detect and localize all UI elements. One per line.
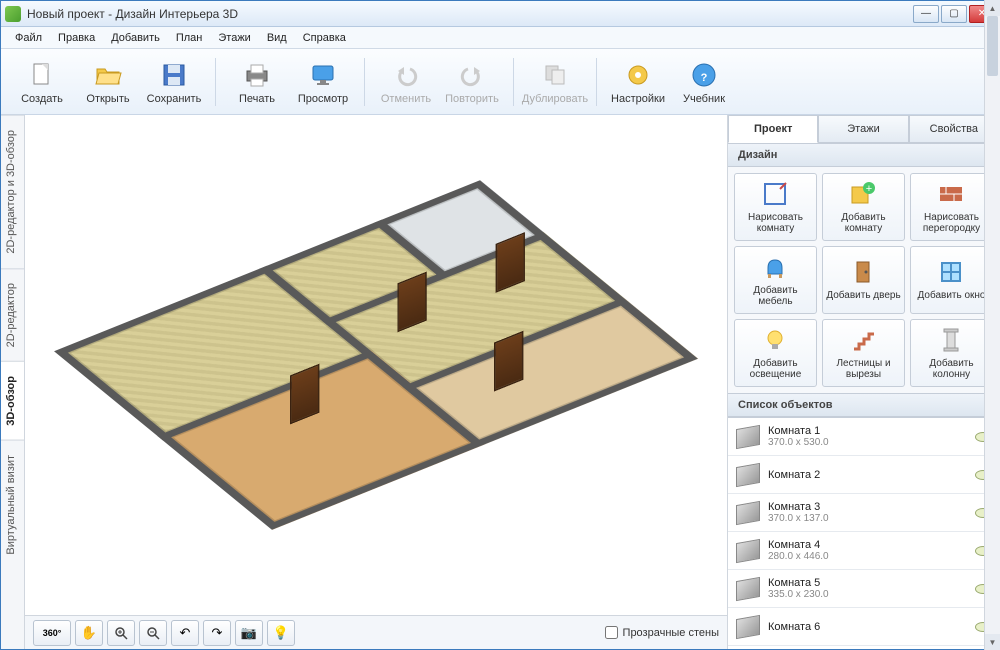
folder-open-icon bbox=[92, 59, 124, 91]
floorplan-3d bbox=[54, 180, 698, 530]
file-new-icon bbox=[26, 59, 58, 91]
object-item[interactable]: Комната 4280.0 x 446.0 bbox=[728, 532, 999, 570]
main-toolbar: СоздатьОткрытьСохранить ПечатьПросмотр Отм… bbox=[1, 49, 999, 115]
undo-button: Отменить bbox=[375, 54, 437, 110]
rotate-cw-button[interactable]: ↷ bbox=[203, 620, 231, 646]
room-icon bbox=[736, 538, 760, 562]
add-light-button[interactable]: Добавить освещение bbox=[734, 319, 817, 387]
help-icon: ? bbox=[688, 59, 720, 91]
zoom-out-button[interactable] bbox=[139, 620, 167, 646]
printer-icon bbox=[241, 59, 273, 91]
svg-text:?: ? bbox=[701, 72, 708, 84]
menu-add[interactable]: Добавить bbox=[103, 29, 168, 47]
gear-icon bbox=[622, 59, 654, 91]
objects-section-header: Список объектов bbox=[728, 393, 999, 417]
left-tab-3d[interactable]: 3D-обзор bbox=[1, 361, 24, 440]
bulb-icon bbox=[762, 327, 790, 355]
svg-text:+: + bbox=[865, 183, 871, 195]
save-button[interactable]: Сохранить bbox=[143, 54, 205, 110]
transparent-walls-input[interactable] bbox=[605, 626, 618, 639]
room-icon bbox=[736, 462, 760, 486]
left-tab-virtual[interactable]: Виртуальный визит bbox=[1, 440, 24, 569]
add-room-button[interactable]: +Добавить комнату bbox=[822, 173, 905, 241]
menu-help[interactable]: Справка bbox=[295, 29, 354, 47]
view-toolbar: 360° ✋ ↶ ↷ 📷 💡 Прозрачные стены bbox=[25, 615, 727, 649]
chair-icon bbox=[762, 254, 790, 282]
stairs-button[interactable]: Лестницы и вырезы bbox=[822, 319, 905, 387]
menu-view[interactable]: Вид bbox=[259, 29, 295, 47]
object-item[interactable]: Комната 2 bbox=[728, 456, 999, 494]
canvas-area: 360° ✋ ↶ ↷ 📷 💡 Прозрачные стены bbox=[25, 115, 727, 649]
app-window: Новый проект - Дизайн Интерьера 3D — ▢ ✕… bbox=[0, 0, 1000, 650]
tutorial-button[interactable]: ?Учебник bbox=[673, 54, 735, 110]
right-tab-floors[interactable]: Этажи bbox=[818, 115, 908, 143]
room-icon bbox=[736, 424, 760, 448]
app-icon bbox=[5, 6, 21, 22]
maximize-button[interactable]: ▢ bbox=[941, 5, 967, 23]
camera-button[interactable]: 📷 bbox=[235, 620, 263, 646]
minimize-button[interactable]: — bbox=[913, 5, 939, 23]
room-icon bbox=[736, 576, 760, 600]
object-list[interactable]: Комната 1370.0 x 530.0Комната 2Комната 3… bbox=[728, 417, 999, 649]
add-column-button[interactable]: Добавить колонну bbox=[910, 319, 993, 387]
open-button[interactable]: Открыть bbox=[77, 54, 139, 110]
left-tab-strip: 2D-редактор и 3D-обзор2D-редактор3D-обзо… bbox=[1, 115, 25, 649]
window-icon bbox=[938, 259, 966, 287]
left-tab-2d[interactable]: 2D-редактор bbox=[1, 268, 24, 361]
right-panel: ПроектЭтажиСвойства Дизайн Нарисовать ко… bbox=[727, 115, 999, 649]
object-item[interactable]: Комната 6 bbox=[728, 608, 999, 646]
zoom-in-button[interactable] bbox=[107, 620, 135, 646]
object-list-scrollbar[interactable]: ▲ ▼ bbox=[984, 417, 999, 649]
object-item[interactable]: Комната 3370.0 x 137.0 bbox=[728, 494, 999, 532]
monitor-icon bbox=[307, 59, 339, 91]
left-tab-2d3d[interactable]: 2D-редактор и 3D-обзор bbox=[1, 115, 24, 268]
draw-wall-button[interactable]: Нарисовать перегородку bbox=[910, 173, 993, 241]
window-title: Новый проект - Дизайн Интерьера 3D bbox=[27, 7, 913, 21]
undo-icon bbox=[390, 59, 422, 91]
object-item[interactable]: Комната 5335.0 x 230.0 bbox=[728, 570, 999, 608]
draw-room-icon bbox=[762, 181, 790, 209]
print-button[interactable]: Печать bbox=[226, 54, 288, 110]
stairs-icon bbox=[850, 327, 878, 355]
settings-button[interactable]: Настройки bbox=[607, 54, 669, 110]
redo-button: Повторить bbox=[441, 54, 503, 110]
view-360-button[interactable]: 360° bbox=[33, 620, 71, 646]
menubar: Файл Правка Добавить План Этажи Вид Спра… bbox=[1, 27, 999, 49]
add-furniture-button[interactable]: Добавить мебель bbox=[734, 246, 817, 314]
preview-button[interactable]: Просмотр bbox=[292, 54, 354, 110]
add-room-icon: + bbox=[850, 181, 878, 209]
object-item[interactable]: Комната 1370.0 x 530.0 bbox=[728, 418, 999, 456]
duplicate-icon bbox=[539, 59, 571, 91]
door-icon bbox=[850, 259, 878, 287]
room-icon bbox=[736, 500, 760, 524]
create-button[interactable]: Создать bbox=[11, 54, 73, 110]
titlebar: Новый проект - Дизайн Интерьера 3D — ▢ ✕ bbox=[1, 1, 999, 27]
add-door-button[interactable]: Добавить дверь bbox=[822, 246, 905, 314]
scroll-down-icon[interactable]: ▼ bbox=[985, 634, 999, 649]
draw-room-button[interactable]: Нарисовать комнату bbox=[734, 173, 817, 241]
disk-icon bbox=[158, 59, 190, 91]
right-tab-project[interactable]: Проект bbox=[728, 115, 818, 143]
pan-button[interactable]: ✋ bbox=[75, 620, 103, 646]
wall-icon bbox=[938, 181, 966, 209]
room-icon bbox=[736, 614, 760, 638]
menu-edit[interactable]: Правка bbox=[50, 29, 103, 47]
column-icon bbox=[938, 327, 966, 355]
menu-floors[interactable]: Этажи bbox=[210, 29, 258, 47]
transparent-walls-checkbox[interactable]: Прозрачные стены bbox=[605, 626, 719, 639]
menu-file[interactable]: Файл bbox=[7, 29, 50, 47]
add-window-button[interactable]: Добавить окно bbox=[910, 246, 993, 314]
rotate-ccw-button[interactable]: ↶ bbox=[171, 620, 199, 646]
menu-plan[interactable]: План bbox=[168, 29, 211, 47]
duplicate-button: Дублировать bbox=[524, 54, 586, 110]
redo-icon bbox=[456, 59, 488, 91]
design-section-header: Дизайн bbox=[728, 143, 999, 167]
3d-viewport[interactable] bbox=[25, 115, 727, 615]
light-button[interactable]: 💡 bbox=[267, 620, 295, 646]
